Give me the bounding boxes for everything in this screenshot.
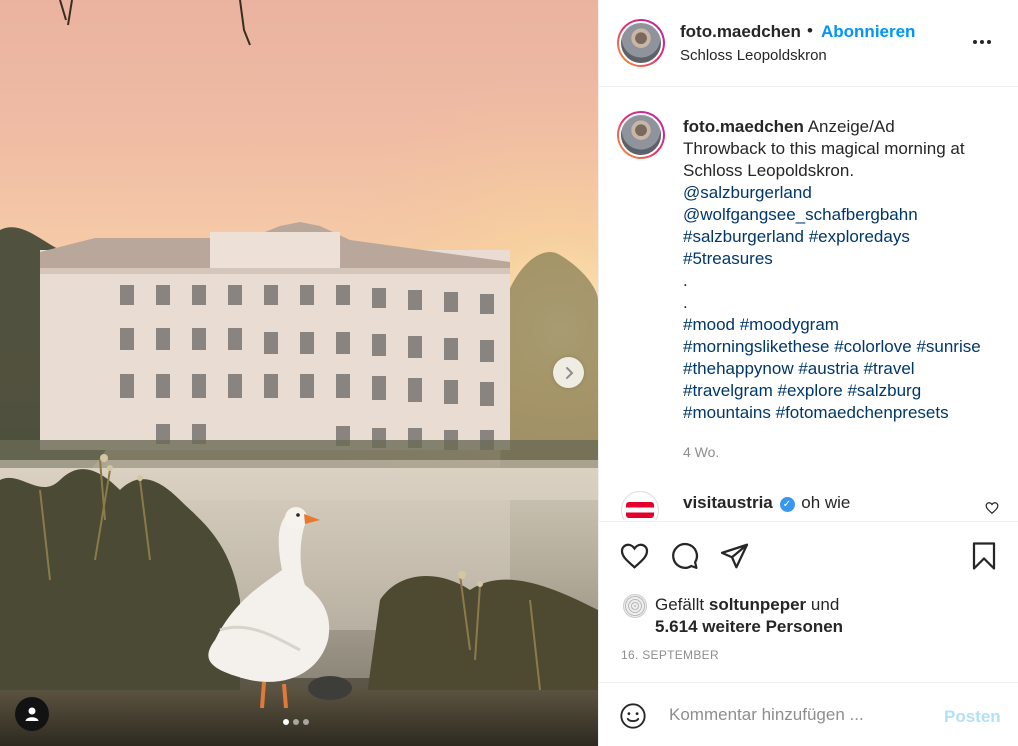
hashtag-link[interactable]: #5treasures — [683, 249, 773, 268]
castle-lake-scene — [0, 0, 598, 746]
bookmark-icon[interactable] — [969, 541, 999, 571]
more-dots-icon — [973, 40, 991, 44]
header-separator: • — [807, 21, 813, 40]
caption-dot: . — [683, 293, 688, 312]
chevron-right-icon — [565, 366, 573, 379]
caption-ad-label: Anzeige/Ad — [807, 117, 895, 136]
comment-like-heart-icon[interactable] — [985, 501, 999, 515]
caption-timestamp[interactable]: 4 Wo. — [683, 444, 719, 460]
hashtag-link[interactable]: #morningslikethese — [683, 337, 829, 356]
author-avatar[interactable] — [617, 19, 665, 67]
hashtag-link[interactable]: #exploredays — [809, 227, 910, 246]
likes-summary: Gefällt soltunpeper und 5.614 weitere Pe… — [655, 594, 843, 638]
hashtag-link[interactable]: #moodygram — [740, 315, 839, 334]
hashtag-link[interactable]: #austria — [798, 359, 858, 378]
paper-plane-icon[interactable] — [719, 541, 750, 571]
post-actions: Gefällt soltunpeper und 5.614 weitere Pe… — [599, 521, 1018, 681]
commenter-username[interactable]: visitaustria — [683, 493, 773, 512]
carousel-indicator — [283, 719, 309, 725]
smiley-icon[interactable] — [619, 702, 647, 730]
comment-input[interactable] — [669, 697, 919, 733]
likes-conjunction: und — [810, 595, 840, 614]
commenter-avatar[interactable] — [621, 491, 659, 520]
comment-body: oh wie — [801, 493, 851, 512]
comment-icon[interactable] — [669, 541, 700, 571]
caption-avatar[interactable] — [617, 111, 665, 159]
hashtag-link[interactable]: #sunrise — [916, 337, 980, 356]
post-date[interactable]: 16. SEPTEMBER — [621, 648, 719, 662]
follow-button[interactable]: Abonnieren — [821, 22, 915, 42]
hashtag-link[interactable]: #salzburg — [847, 381, 921, 400]
heart-icon[interactable] — [619, 541, 650, 571]
post-comment-button[interactable]: Posten — [944, 707, 1001, 727]
mention-link[interactable]: @wolfgangsee_schafbergbahn — [683, 204, 1001, 226]
carousel-dot — [293, 719, 299, 725]
location-link[interactable]: Schloss Leopoldskron — [680, 47, 827, 64]
hashtag-link[interactable]: #mountains — [683, 403, 771, 422]
comment-text: visitaustria ✓ oh wie — [683, 493, 850, 513]
caption-text-line: Throwback to this magical morning at — [683, 139, 965, 158]
hashtag-link[interactable]: #travelgram — [683, 381, 773, 400]
mention-link[interactable]: @salzburgerland — [683, 182, 1001, 204]
add-comment-bar: Posten — [599, 682, 1018, 746]
caption-dot: . — [683, 271, 688, 290]
comments-area[interactable]: foto.maedchen Anzeige/Ad Throwback to th… — [599, 88, 1018, 520]
liker-username[interactable]: soltunpeper — [709, 595, 806, 614]
hashtag-link[interactable]: #colorlove — [834, 337, 912, 356]
carousel-dot — [303, 719, 309, 725]
caption-username[interactable]: foto.maedchen — [683, 117, 804, 136]
caption: foto.maedchen Anzeige/Ad Throwback to th… — [683, 116, 1001, 424]
hashtag-link[interactable]: #explore — [778, 381, 843, 400]
hashtag-link[interactable]: #fotomaedchenpresets — [776, 403, 949, 422]
user-tag-button[interactable] — [15, 697, 49, 731]
hashtag-link[interactable]: #salzburgerland — [683, 227, 804, 246]
author-username[interactable]: foto.maedchen — [680, 22, 801, 42]
post-sidebar: foto.maedchen • Abonnieren Schloss Leopo… — [598, 0, 1018, 746]
person-icon — [25, 707, 39, 721]
likes-prefix: Gefällt — [655, 595, 705, 614]
hashtag-link[interactable]: #mood — [683, 315, 735, 334]
carousel-next-button[interactable] — [553, 357, 584, 388]
hashtag-link[interactable]: #travel — [864, 359, 915, 378]
carousel-dot-active — [283, 719, 289, 725]
hashtag-link[interactable]: #thehappynow — [683, 359, 794, 378]
post-photo[interactable] — [0, 0, 598, 746]
likes-count-link[interactable]: 5.614 weitere Personen — [655, 617, 843, 636]
verified-badge-icon: ✓ — [779, 497, 795, 512]
more-options-button[interactable] — [971, 29, 993, 55]
caption-text-line: Schloss Leopoldskron. — [683, 161, 855, 180]
post-header: foto.maedchen • Abonnieren Schloss Leopo… — [599, 0, 1018, 87]
liker-avatar[interactable] — [623, 594, 647, 618]
